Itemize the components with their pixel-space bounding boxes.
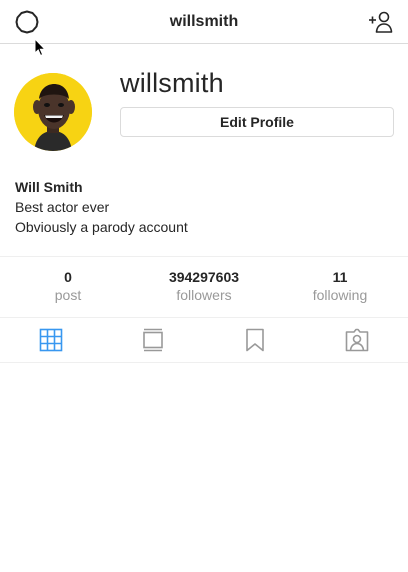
stat-posts[interactable]: 0 post	[0, 257, 136, 317]
bio-line: Obviously a parody account	[15, 219, 188, 235]
tab-tagged[interactable]	[306, 318, 408, 362]
top-bar: willsmith	[0, 0, 408, 44]
stats-bar: 0 post 394297603 followers 11 following	[0, 256, 408, 318]
stat-label: following	[312, 287, 368, 303]
stat-label: post	[54, 287, 82, 303]
tab-feed[interactable]	[102, 318, 204, 362]
settings-gear-icon[interactable]	[14, 9, 40, 35]
bio-line: Best actor ever	[15, 199, 110, 215]
tab-grid[interactable]	[0, 318, 102, 362]
stat-value: 394297603	[168, 269, 240, 285]
profile-screen: willsmith willsmith Edit Profile Will Sm…	[0, 0, 408, 572]
tagged-person-icon	[345, 328, 369, 352]
full-name: Will Smith	[15, 179, 83, 195]
grid-icon	[39, 328, 63, 352]
edit-profile-button[interactable]: Edit Profile	[120, 107, 394, 137]
stat-value: 0	[64, 269, 72, 285]
stat-following[interactable]: 11 following	[272, 257, 408, 317]
header-title: willsmith	[169, 12, 239, 30]
stat-label: followers	[176, 287, 232, 303]
avatar[interactable]	[14, 73, 92, 151]
feed-list-icon	[143, 328, 163, 352]
profile-username: willsmith	[120, 68, 224, 98]
bio-section: Will Smith Best actor ever Obviously a p…	[15, 177, 188, 237]
add-user-icon[interactable]	[368, 9, 394, 35]
mouse-cursor-icon	[34, 38, 46, 57]
stat-value: 11	[332, 269, 348, 285]
profile-tabs	[0, 318, 408, 363]
tab-saved[interactable]	[204, 318, 306, 362]
stat-followers[interactable]: 394297603 followers	[136, 257, 272, 317]
avatar-portrait-icon	[14, 73, 92, 151]
bookmark-icon	[246, 328, 264, 352]
